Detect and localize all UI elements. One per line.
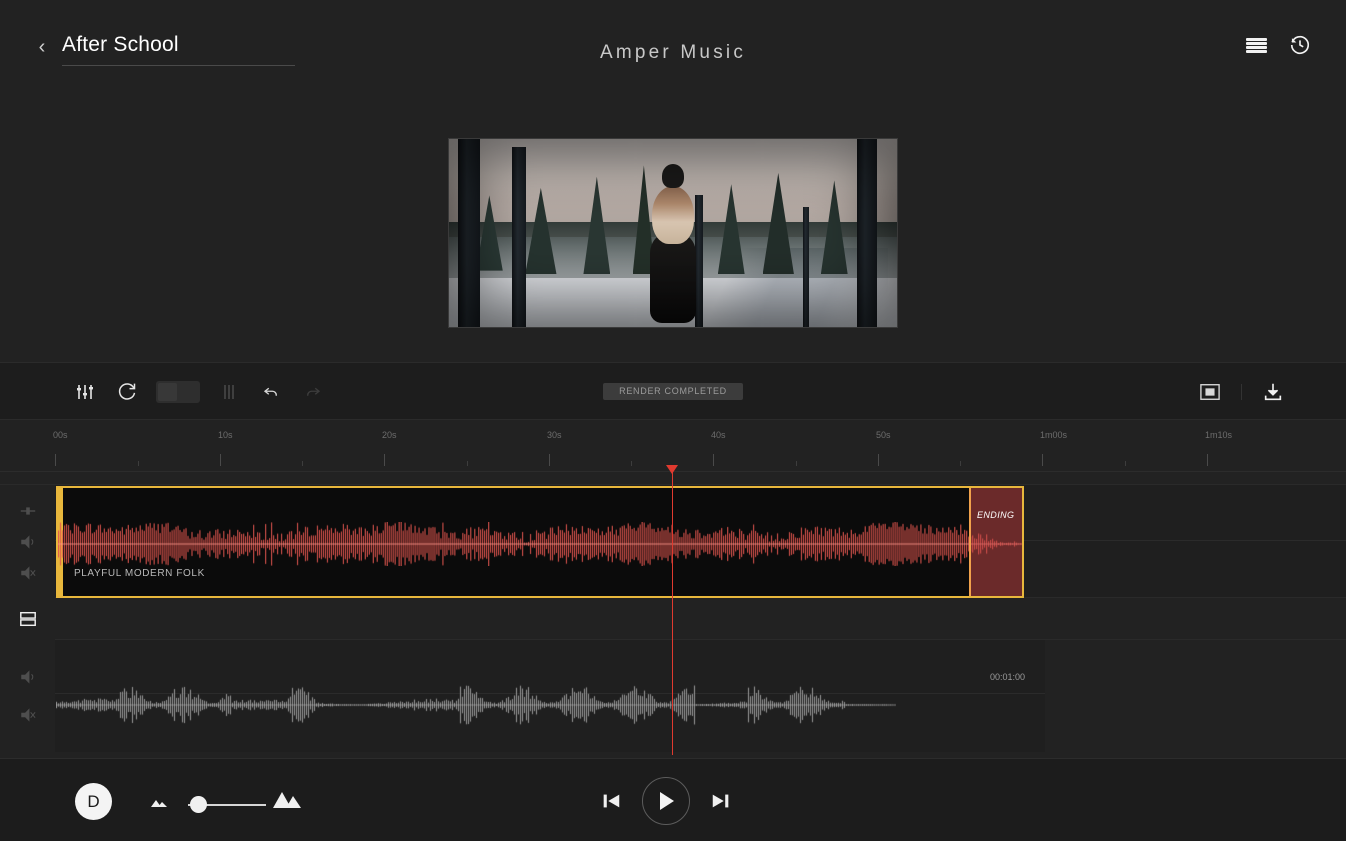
refresh-icon[interactable] bbox=[114, 379, 140, 405]
music-clip[interactable]: PLAYFUL MODERN FOLK ENDING bbox=[56, 486, 1024, 598]
mountain-small-icon[interactable] bbox=[149, 795, 169, 813]
music-track-row: PLAYFUL MODERN FOLK ENDING bbox=[0, 484, 1346, 599]
ruler-label: 10s bbox=[218, 430, 233, 440]
ruler-label: 00s bbox=[53, 430, 68, 440]
ruler-tick-minor bbox=[137, 461, 139, 466]
ruler-tick-minor bbox=[466, 461, 468, 466]
download-icon[interactable] bbox=[1260, 379, 1286, 405]
ruler-tick-major bbox=[878, 454, 879, 466]
ruler-tick-major bbox=[713, 454, 714, 466]
ruler-tick-major bbox=[384, 454, 385, 466]
ending-label: ENDING bbox=[977, 510, 1015, 520]
ruler-label: 20s bbox=[382, 430, 397, 440]
ruler-label: 50s bbox=[876, 430, 891, 440]
toolbar-divider bbox=[1241, 384, 1242, 400]
history-clock-icon[interactable] bbox=[1288, 33, 1312, 57]
timeline-panel: 00s 10s 20s 30s 40s 50s 1m00s 1m10s PLAY… bbox=[0, 420, 1346, 755]
playhead-line bbox=[672, 470, 673, 755]
app-title: Amper Music bbox=[599, 42, 747, 63]
transport-bar: D bbox=[0, 758, 1346, 841]
mountain-large-icon[interactable] bbox=[272, 789, 302, 814]
ruler-tick-major bbox=[549, 454, 550, 466]
skip-next-icon[interactable] bbox=[710, 790, 732, 812]
undo-icon[interactable] bbox=[258, 379, 284, 405]
play-button[interactable] bbox=[642, 777, 690, 825]
speaker-icon[interactable] bbox=[15, 529, 41, 555]
bars-icon[interactable] bbox=[216, 379, 242, 405]
film-layers-icon[interactable] bbox=[15, 606, 41, 632]
amper-music-app: ‹ After School Amper Music RENDER COMPLE… bbox=[0, 0, 1346, 841]
video-track-header-row bbox=[0, 598, 1346, 640]
music-clip-label: PLAYFUL MODERN FOLK bbox=[74, 568, 205, 579]
app-header: ‹ After School Amper Music bbox=[0, 0, 1346, 100]
video-duration-label: 00:01:00 bbox=[990, 672, 1026, 682]
redo-icon bbox=[300, 379, 326, 405]
video-waveform bbox=[56, 680, 896, 730]
ruler-label: 40s bbox=[711, 430, 726, 440]
ruler-tick-major bbox=[1042, 454, 1043, 466]
frame-crop-icon[interactable] bbox=[1197, 379, 1223, 405]
toolbar-right-group bbox=[1197, 363, 1286, 421]
avatar[interactable]: D bbox=[75, 783, 112, 820]
hamburger-menu-icon[interactable] bbox=[1244, 33, 1268, 57]
video-preview[interactable] bbox=[448, 138, 898, 328]
preview-scene-image bbox=[449, 139, 897, 327]
ruler-label: 1m10s bbox=[1205, 430, 1233, 440]
ending-section[interactable]: ENDING bbox=[969, 488, 1022, 596]
music-track-controls bbox=[0, 485, 55, 599]
video-track-row: 00:01:00 bbox=[0, 640, 1346, 752]
video-track-controls bbox=[0, 640, 55, 752]
sliders-icon[interactable] bbox=[72, 379, 98, 405]
ruler-label: 1m00s bbox=[1040, 430, 1068, 440]
ruler-tick-minor bbox=[631, 461, 632, 466]
header-icon-group bbox=[1244, 33, 1312, 57]
playback-controls bbox=[600, 777, 732, 825]
render-status-badge: RENDER COMPLETED bbox=[603, 383, 743, 400]
ruler-tick-major bbox=[1207, 454, 1208, 466]
video-preview-area bbox=[0, 100, 1346, 362]
speaker-mute-icon[interactable] bbox=[15, 560, 41, 586]
volume-slider-knob[interactable] bbox=[190, 796, 207, 813]
video-track-header-controls bbox=[0, 598, 55, 640]
ruler-tick-minor bbox=[1124, 461, 1126, 466]
ruler-tick-major bbox=[55, 454, 56, 466]
ruler-tick-minor bbox=[302, 461, 303, 466]
ruler-tick-major bbox=[220, 454, 221, 466]
speaker-mute-icon[interactable] bbox=[15, 702, 41, 728]
panel-toggle[interactable] bbox=[156, 381, 200, 403]
ruler-label: 30s bbox=[547, 430, 562, 440]
toolbar-left-group bbox=[72, 363, 326, 421]
title-underline bbox=[62, 65, 295, 66]
ruler-tick-minor bbox=[960, 461, 961, 466]
fader-icon[interactable] bbox=[15, 498, 41, 524]
music-waveform bbox=[58, 522, 1022, 566]
ruler-tick-minor bbox=[795, 461, 797, 466]
speaker-icon[interactable] bbox=[15, 664, 41, 690]
skip-previous-icon[interactable] bbox=[600, 790, 622, 812]
